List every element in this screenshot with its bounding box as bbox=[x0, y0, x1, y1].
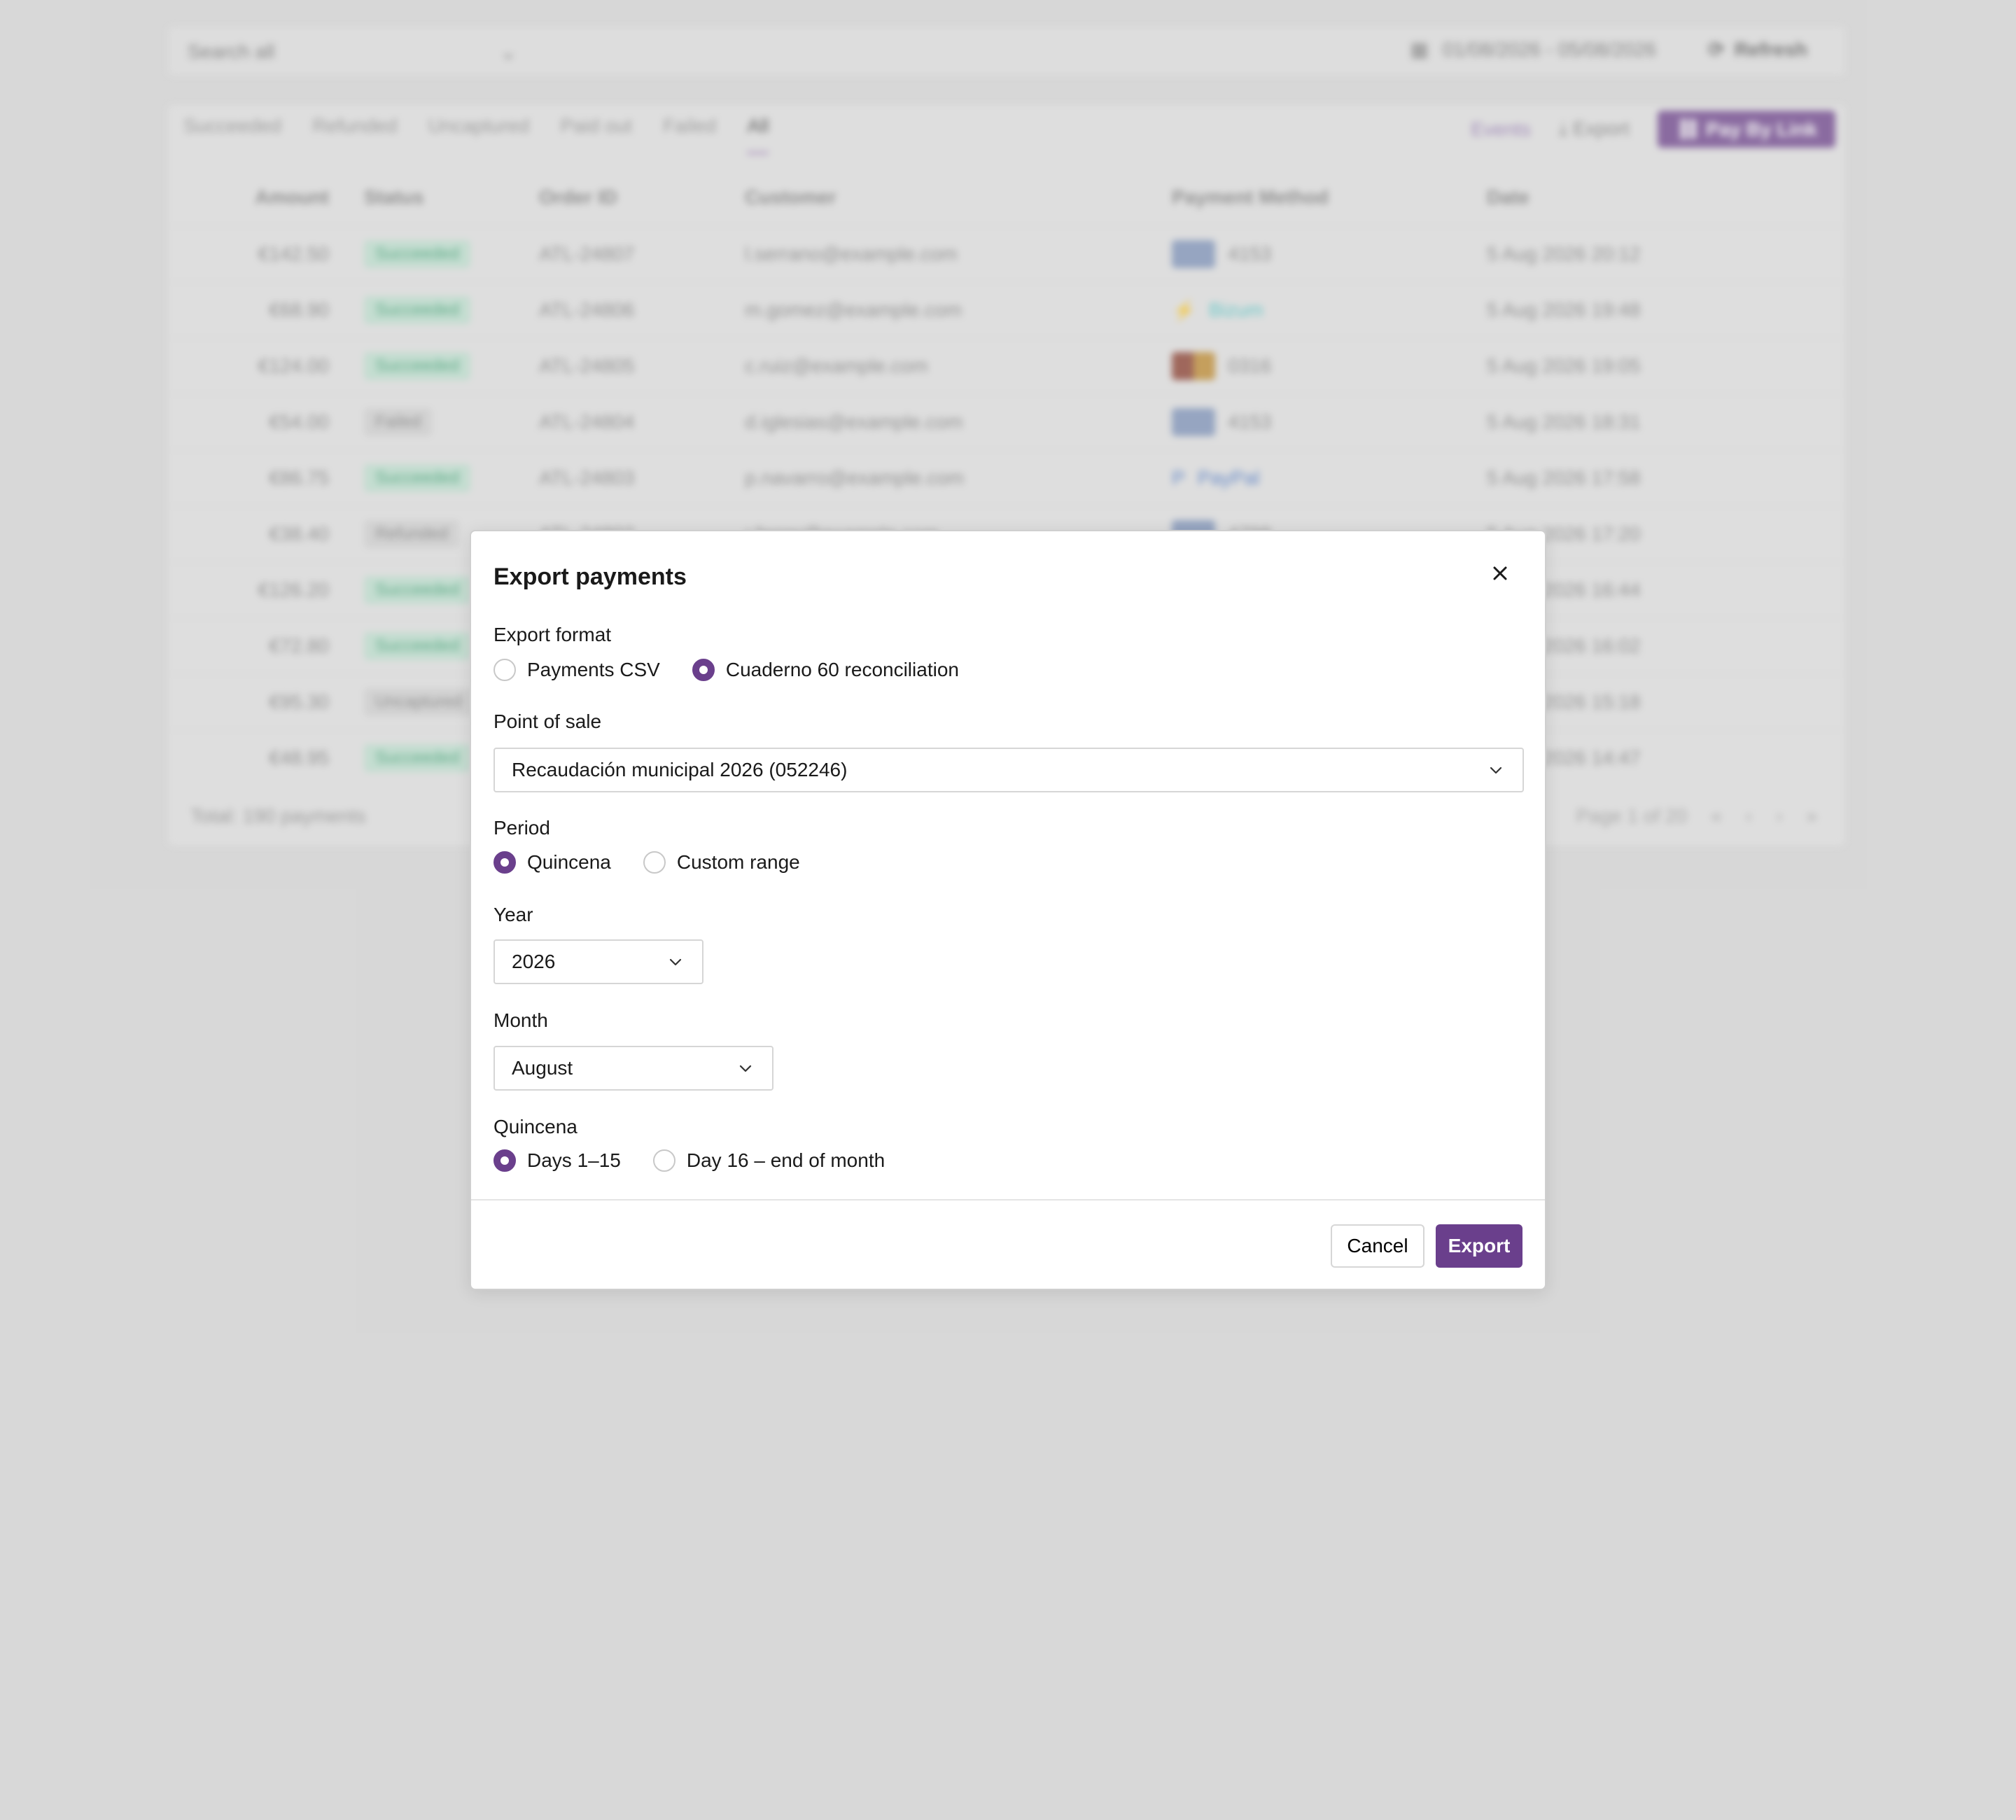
close-button[interactable] bbox=[1486, 559, 1514, 587]
radio-cuaderno-60[interactable]: Cuaderno 60 reconciliation bbox=[692, 659, 959, 681]
cancel-button[interactable]: Cancel bbox=[1331, 1224, 1424, 1268]
point-of-sale-select[interactable]: Recaudación municipal 2026 (052246) bbox=[493, 748, 1524, 792]
export-payments-dialog: Export payments Export format Payments C… bbox=[470, 530, 1546, 1290]
radio-days-1-15[interactable]: Days 1–15 bbox=[493, 1149, 621, 1172]
year-label: Year bbox=[493, 904, 533, 925]
radio-label: Custom range bbox=[676, 851, 800, 873]
dialog-divider bbox=[471, 1199, 1545, 1200]
quincena-group: Days 1–15 Day 16 – end of month bbox=[493, 1149, 917, 1172]
radio-button[interactable] bbox=[692, 659, 715, 681]
export-button[interactable]: Export bbox=[1436, 1224, 1522, 1268]
radio-label: Days 1–15 bbox=[527, 1149, 621, 1171]
point-of-sale-value: Recaudación municipal 2026 (052246) bbox=[512, 759, 848, 780]
radio-custom-range[interactable]: Custom range bbox=[643, 851, 800, 874]
radio-button[interactable] bbox=[652, 1149, 676, 1172]
radio-label: Payments CSV bbox=[527, 659, 660, 680]
chevron-down-icon bbox=[669, 958, 682, 966]
point-of-sale-label: Point of sale bbox=[493, 710, 602, 732]
period-group: Quincena Custom range bbox=[493, 851, 832, 874]
period-label: Period bbox=[493, 817, 550, 839]
chevron-down-icon bbox=[1490, 766, 1502, 774]
radio-payments-csv[interactable]: Payments CSV bbox=[493, 659, 660, 681]
dialog-title: Export payments bbox=[493, 564, 687, 590]
radio-button[interactable] bbox=[493, 851, 516, 874]
export-format-group: Payments CSV Cuaderno 60 reconciliation bbox=[493, 659, 991, 681]
radio-button[interactable] bbox=[493, 1149, 516, 1172]
radio-day-16-end[interactable]: Day 16 – end of month bbox=[652, 1149, 886, 1172]
year-select[interactable]: 2026 bbox=[493, 939, 704, 984]
chevron-down-icon bbox=[739, 1065, 752, 1072]
quincena-label: Quincena bbox=[493, 1116, 578, 1138]
close-icon bbox=[1493, 566, 1507, 580]
export-format-label: Export format bbox=[493, 624, 612, 645]
radio-label: Quincena bbox=[527, 851, 611, 873]
month-label: Month bbox=[493, 1009, 548, 1031]
month-select[interactable]: August bbox=[493, 1046, 774, 1091]
radio-quincena[interactable]: Quincena bbox=[493, 851, 611, 874]
radio-label: Cuaderno 60 reconciliation bbox=[725, 659, 959, 680]
radio-label: Day 16 – end of month bbox=[686, 1149, 886, 1171]
radio-button[interactable] bbox=[493, 659, 516, 681]
month-value: August bbox=[512, 1057, 573, 1079]
radio-button[interactable] bbox=[643, 851, 666, 874]
year-value: 2026 bbox=[512, 951, 556, 972]
